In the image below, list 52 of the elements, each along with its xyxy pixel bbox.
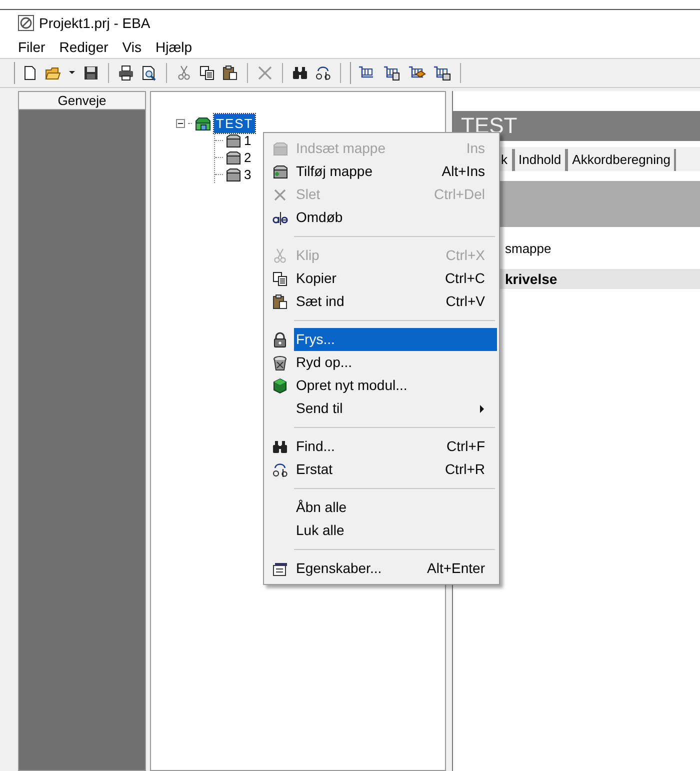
scissors-icon[interactable] <box>176 65 192 81</box>
menu-item[interactable]: Erstat Ctrl+R <box>294 458 497 481</box>
save-icon[interactable] <box>83 65 99 81</box>
lock-icon <box>272 332 288 348</box>
scissors-icon <box>272 248 288 264</box>
delete-icon <box>272 186 288 202</box>
copy-icon[interactable] <box>199 65 215 81</box>
menu-item[interactable]: Filer <box>16 36 48 58</box>
replace-icon[interactable] <box>315 65 331 81</box>
menu-item[interactable]: Egenskaber... Alt+Enter <box>294 557 497 580</box>
printer-icon[interactable] <box>118 65 134 81</box>
expander-icon[interactable] <box>176 119 185 128</box>
menu-item[interactable]: Omdøb <box>294 206 497 229</box>
binoculars-icon <box>272 438 288 454</box>
field-label: smappe <box>505 241 552 256</box>
menu-item[interactable]: Find... Ctrl+F <box>294 435 497 458</box>
menu-item[interactable]: Opret nyt modul... <box>294 374 497 397</box>
tree-item[interactable]: 2 <box>243 148 252 168</box>
replace-icon <box>272 462 288 478</box>
menu-item[interactable]: Åbn alle <box>294 496 497 519</box>
folder-add-icon <box>272 164 288 180</box>
section-header: krivelse <box>505 271 558 287</box>
trash-can-icon <box>272 354 288 370</box>
clipboard-icon <box>272 294 288 310</box>
tab[interactable]: Akkordberegning <box>567 149 676 171</box>
menu-item[interactable]: Sæt ind Ctrl+V <box>294 290 497 313</box>
cart-folder-icon[interactable] <box>433 65 451 81</box>
menu-item[interactable]: Vis <box>120 36 144 58</box>
menu-item[interactable]: Rediger <box>57 36 110 58</box>
menu-item[interactable]: Hjælp <box>153 36 194 58</box>
tree-item[interactable]: 3 <box>243 164 252 184</box>
menu-item[interactable]: Ryd op... <box>294 351 497 374</box>
cube-icon <box>272 378 288 394</box>
binoculars-icon[interactable] <box>292 65 308 81</box>
app-icon <box>18 15 34 31</box>
tab[interactable]: Indhold <box>514 149 568 171</box>
clipboard-icon[interactable] <box>222 65 238 81</box>
menu-item[interactable]: Luk alle <box>294 519 497 542</box>
print-preview-icon[interactable] <box>141 65 157 81</box>
menu-item[interactable]: Frys... <box>294 328 497 351</box>
tree-item[interactable]: TEST <box>214 114 256 134</box>
tree-item[interactable]: 1 <box>243 130 252 150</box>
menu-item[interactable]: Send til <box>294 397 497 420</box>
properties-icon <box>272 560 288 576</box>
menu-item[interactable]: Kopier Ctrl+C <box>294 267 497 290</box>
window-title: Projekt1.prj - EBA <box>39 14 150 33</box>
rename-icon <box>272 210 288 226</box>
cart-document-icon[interactable] <box>383 65 401 81</box>
menu-item[interactable]: Tilføj mappe Alt+Ins <box>294 160 497 183</box>
copy-icon <box>272 270 288 286</box>
new-document-icon[interactable] <box>22 65 38 81</box>
sidebar-header[interactable]: Genveje <box>19 92 145 110</box>
